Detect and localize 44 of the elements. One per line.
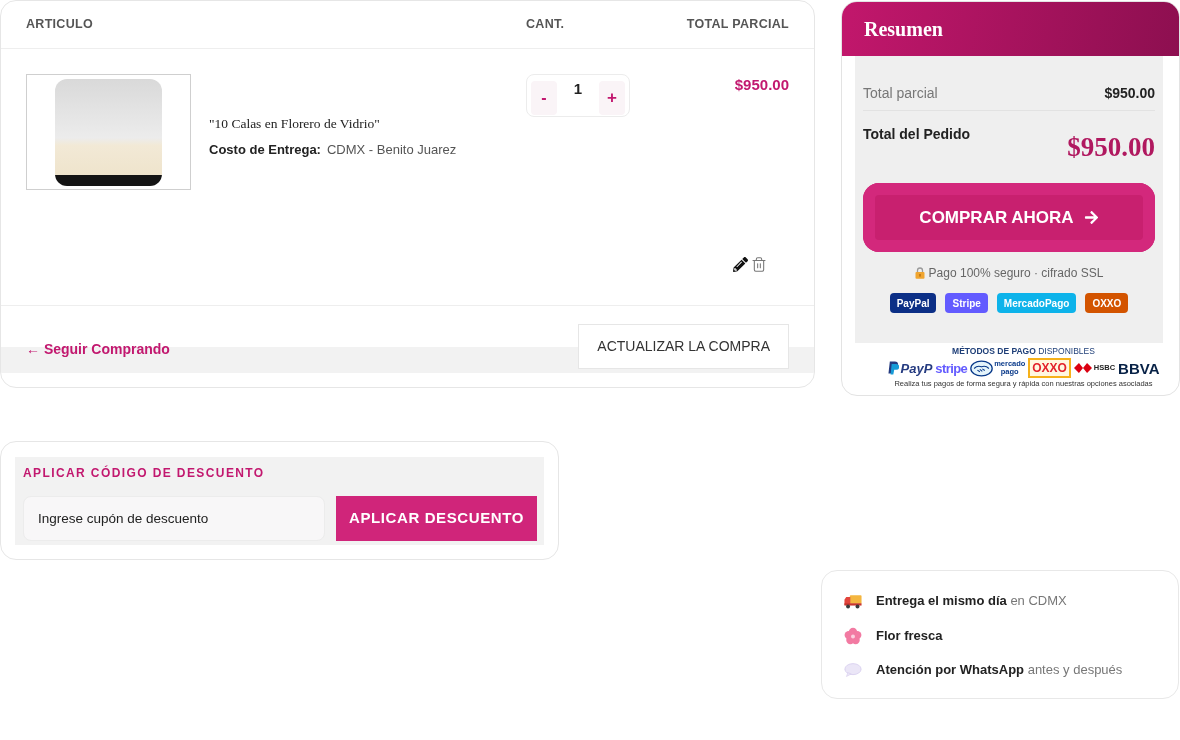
truck-icon: [844, 593, 862, 609]
increment-button[interactable]: +: [599, 80, 625, 115]
coupon-field[interactable]: Ingrese cupón de descuento: [23, 496, 325, 541]
secure-payment-note: Pago 100% seguro · cifrado SSL: [928, 265, 1104, 282]
feature-text: Atención por WhatsApp antes y después: [876, 661, 1123, 680]
column-header: TOTAL PARCIAL: [686, 16, 789, 34]
subtotal-value: $950.00: [1104, 84, 1155, 103]
diamonds-logo-icon: [1073, 363, 1092, 373]
payment-badge: MercadoPago: [996, 293, 1077, 313]
column-header: CANT.: [526, 16, 566, 34]
update-cart-button[interactable]: ACTUALIZAR LA COMPRA: [578, 324, 789, 369]
payment-badge: Stripe: [945, 293, 988, 313]
subtotal-label: Total parcial: [863, 84, 938, 103]
feature-text: Entrega el mismo día en CDMX: [876, 592, 1067, 611]
discount-title: APLICAR CÓDIGO DE DESCUENTO: [23, 466, 266, 480]
payment-methods-title: MÉTODOS DE PAGO DISPONIBLES: [952, 346, 1095, 356]
trash-icon[interactable]: [751, 254, 767, 274]
payment-badge: OXXO: [1085, 293, 1129, 313]
lock-icon: [914, 267, 925, 279]
paypal-logo-text: PayP: [900, 361, 933, 375]
speech-bubble-icon: [844, 663, 862, 677]
pencil-icon[interactable]: [733, 256, 748, 272]
p-logo-icon: [887, 361, 899, 375]
line-subtotal: $950.00: [734, 75, 789, 95]
decrement-button[interactable]: -: [531, 80, 557, 115]
payment-badge: PayPal: [889, 293, 937, 313]
summary-title: Resumen: [864, 17, 943, 42]
flower-icon: [844, 626, 862, 645]
apply-discount-button[interactable]: APLICAR DESCUENTO: [336, 496, 537, 541]
order-total-label: Total del Pedido: [863, 125, 971, 143]
oval-logo-icon: [970, 359, 994, 377]
checkout-button[interactable]: COMPRAR AHORA: [863, 183, 1155, 252]
continue-shopping-link[interactable]: ← Seguir Comprando: [26, 339, 170, 360]
feature-text: Flor fresca: [876, 626, 943, 645]
order-total-value: $950.00: [1067, 131, 1155, 163]
column-header: ARTICULO: [26, 16, 94, 34]
stripe-logo-text: stripe: [935, 361, 968, 375]
delivery-label: Costo de Entrega:: [209, 141, 321, 159]
product-name[interactable]: "10 Calas en Florero de Vidrio": [209, 115, 457, 133]
delivery-value: CDMX - Benito Juarez: [326, 141, 457, 159]
oxxo-logo: OXXO: [1028, 358, 1071, 378]
bbva-logo-text: BBVA: [1118, 360, 1160, 376]
quantity-field[interactable]: 1: [560, 79, 596, 99]
arrow-right-icon: [1083, 210, 1099, 225]
